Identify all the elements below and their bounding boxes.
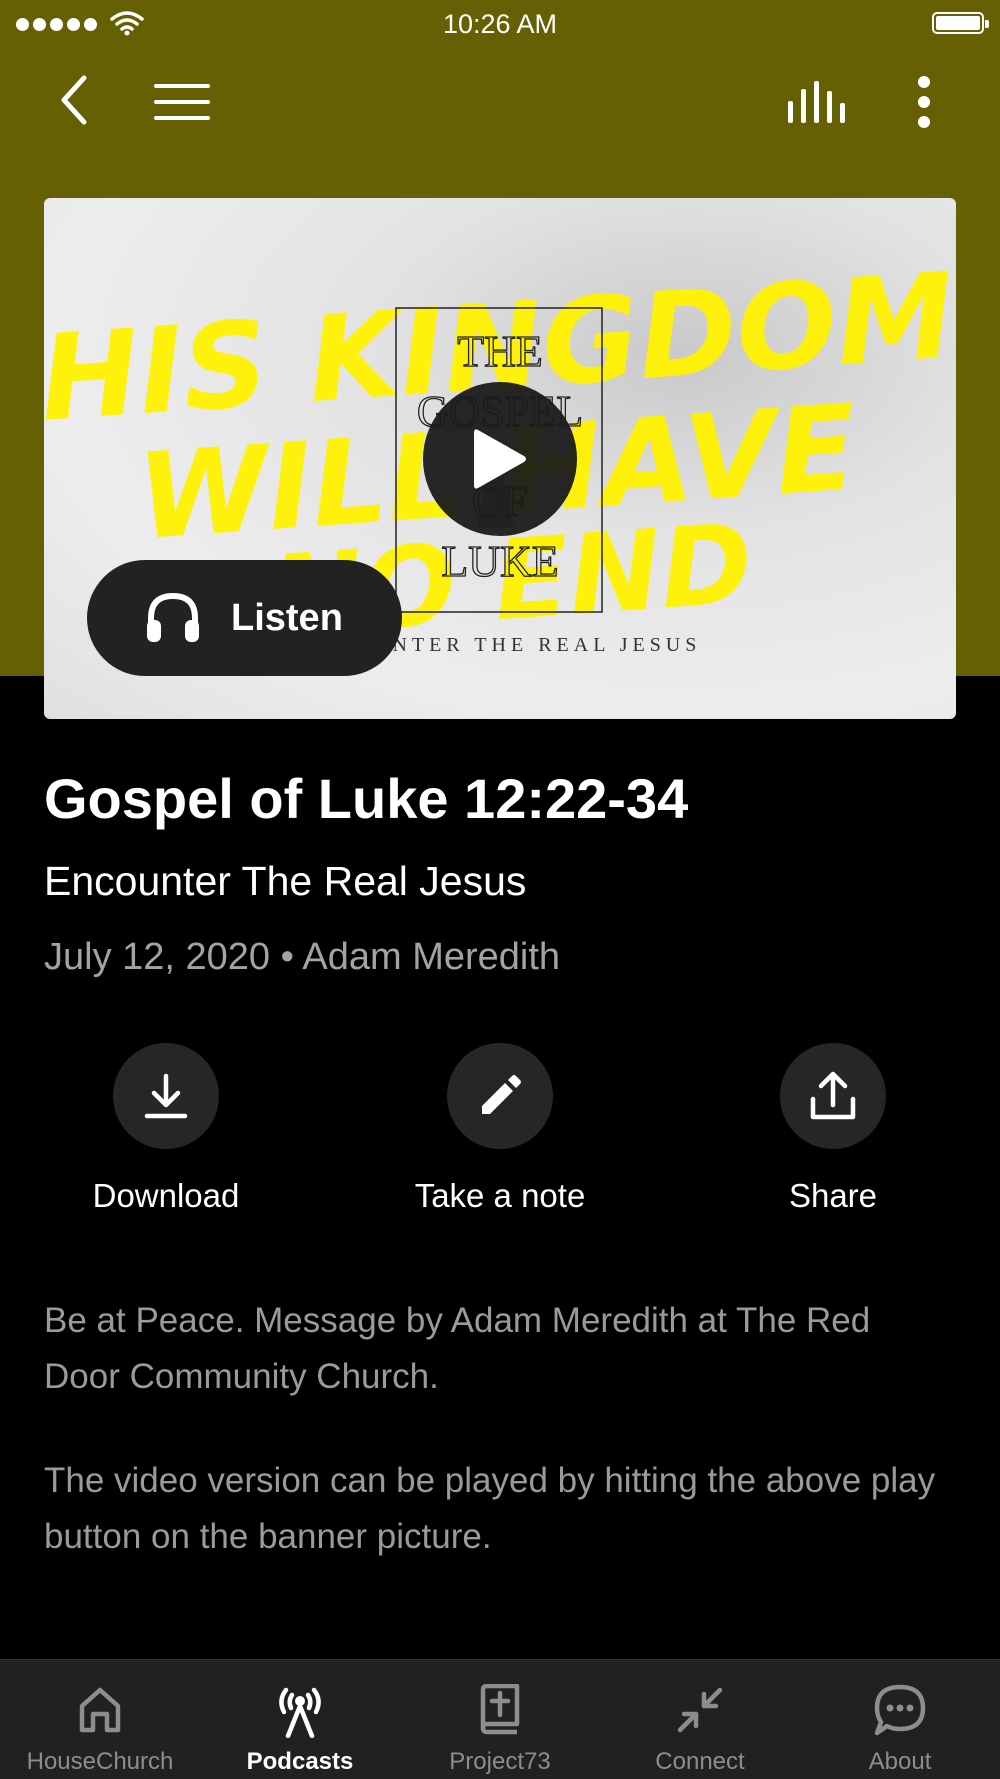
headphones-icon <box>147 592 199 642</box>
take-note-action[interactable]: Take a note <box>370 1043 630 1215</box>
pencil-icon <box>482 1075 521 1114</box>
banner-book-line4: LUKE <box>441 537 558 586</box>
tab-project73-label: Project73 <box>449 1748 551 1775</box>
share-button[interactable] <box>780 1043 886 1149</box>
banner-book-line1: THE <box>457 327 543 376</box>
take-note-label: Take a note <box>414 1177 586 1214</box>
description-paragraph-2: The video version can be played by hitti… <box>44 1461 936 1556</box>
menu-button[interactable] <box>148 72 216 132</box>
download-label: Download <box>92 1177 240 1214</box>
tab-connect[interactable]: Connect <box>600 1660 800 1779</box>
audio-levels-icon <box>788 81 845 123</box>
series-name: Encounter The Real Jesus <box>44 858 527 904</box>
tab-project73[interactable]: Project73 <box>400 1660 600 1779</box>
play-video-button[interactable] <box>423 382 577 536</box>
tab-about-label: About <box>868 1748 932 1775</box>
share-action[interactable]: Share <box>703 1043 963 1215</box>
message-title: Gospel of Luke 12:22-34 <box>44 767 689 830</box>
tab-housechurch[interactable]: HouseChurch <box>0 1660 200 1779</box>
more-vertical-icon <box>918 76 930 128</box>
back-button[interactable] <box>44 70 104 130</box>
take-note-button[interactable] <box>447 1043 553 1149</box>
share-label: Share <box>788 1177 878 1214</box>
more-options-button[interactable] <box>900 70 948 134</box>
download-icon <box>144 1073 188 1119</box>
bible-icon <box>470 1680 530 1740</box>
listen-label: Listen <box>231 596 343 639</box>
status-bar: 10:26 AM <box>0 0 1000 50</box>
message-meta: July 12, 2020 • Adam Meredith <box>44 936 561 978</box>
listen-button[interactable]: Listen <box>87 560 402 676</box>
audio-levels-button[interactable] <box>784 72 850 132</box>
chevron-left-icon <box>61 75 87 125</box>
description-paragraph-1: Be at Peace. Message by Adam Meredith at… <box>44 1301 871 1396</box>
tab-connect-label: Connect <box>655 1748 745 1775</box>
status-time: 10:26 AM <box>442 9 558 39</box>
battery-icon <box>932 12 989 34</box>
tab-about[interactable]: About <box>800 1660 1000 1779</box>
tab-podcasts-label: Podcasts <box>246 1748 354 1775</box>
tab-podcasts[interactable]: Podcasts <box>200 1660 400 1779</box>
share-icon <box>810 1071 856 1120</box>
chat-icon <box>870 1680 930 1740</box>
play-icon <box>474 429 526 489</box>
download-button[interactable] <box>113 1043 219 1149</box>
download-action[interactable]: Download <box>36 1043 296 1215</box>
tab-bar: HouseChurch Podcasts Project73 Connect A… <box>0 1659 1000 1779</box>
hamburger-icon <box>154 84 210 120</box>
home-icon <box>70 1680 130 1740</box>
tab-housechurch-label: HouseChurch <box>26 1748 174 1775</box>
podcast-icon <box>270 1680 330 1740</box>
connect-icon <box>670 1680 730 1740</box>
